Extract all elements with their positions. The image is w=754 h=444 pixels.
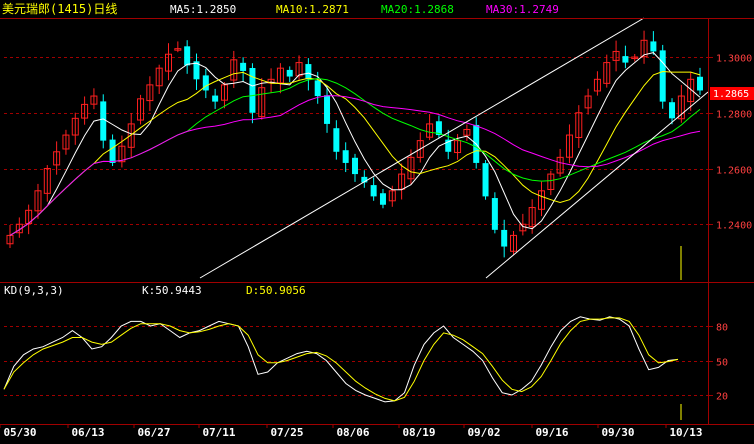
candle-body-down — [314, 80, 321, 97]
candle-body-down — [650, 41, 657, 52]
date-tick-label: 07/25 — [270, 426, 303, 439]
candle-body-down — [240, 62, 247, 71]
candle-body-down — [622, 56, 629, 63]
date-tick-label: 07/11 — [202, 426, 235, 439]
date-tick-label: 09/30 — [601, 426, 634, 439]
candle-body-down — [697, 76, 703, 91]
price-tick-label: 1.3000 — [716, 54, 752, 65]
kd-indicator-label: KD(9,3,3) — [4, 284, 64, 297]
kd-tick-label: 80 — [716, 323, 728, 334]
candle-body-down — [352, 157, 358, 175]
candle-body-down — [249, 67, 256, 113]
date-tick-label: 06/27 — [137, 426, 170, 439]
candle-body-down — [379, 193, 386, 205]
kd-tick-label: 50 — [716, 358, 728, 369]
candle-body-down — [305, 64, 312, 80]
candle-body-down — [342, 150, 349, 163]
price-tick-label: 1.2400 — [716, 221, 752, 232]
ma-label-3: MA20:1.2868 — [381, 3, 454, 16]
date-tick-label: 10/13 — [669, 426, 702, 439]
ma-label-4: MA30:1.2749 — [486, 3, 559, 16]
k-line — [3, 316, 679, 403]
candle-body-down — [100, 101, 107, 141]
date-axis: 05/30 06/13 06/27 07/11 07/25 08/06 08/19 09/02… — [0, 424, 703, 439]
candle-body-down — [184, 46, 191, 66]
trend-channel-lower — [485, 91, 709, 279]
ma-label-2: MA10:1.2871 — [276, 3, 349, 16]
candle-body-down — [286, 69, 293, 77]
forex-chart: 美元瑞郎(1415)日线 MA5:1.2850 MA10:1.2871 MA20:1… — [0, 2, 754, 439]
candle-body-down — [659, 50, 666, 102]
candle-body-down — [491, 198, 498, 230]
candle-body-down — [501, 229, 508, 247]
price-tick-label: 1.2800 — [716, 110, 752, 121]
price-panel: 1.3000 1.2800 1.2600 1.2400 1.2865 — [4, 17, 754, 280]
date-tick-label: 09/02 — [467, 426, 500, 439]
date-tick-label: 09/16 — [535, 426, 568, 439]
ma-legend: MA5:1.2850 MA10:1.2871 MA20:1.2868 MA30:1.2… — [170, 3, 559, 16]
date-tick-label: 08/19 — [402, 426, 435, 439]
d-line — [3, 317, 679, 402]
date-tick-label: 08/06 — [336, 426, 369, 439]
date-tick-label: 05/30 — [3, 426, 36, 439]
k-value-label: K:50.9443 — [142, 284, 202, 297]
candle-body-down — [370, 185, 377, 197]
current-price-label: 1.2865 — [713, 89, 749, 100]
kd-panel: 80 50 20 — [3, 316, 728, 420]
candle-body-down — [333, 128, 340, 152]
date-tick-label: 06/13 — [71, 426, 104, 439]
kd-tick-label: 20 — [716, 392, 728, 403]
trend-channel-upper — [199, 17, 645, 279]
candle-body-down — [669, 102, 676, 119]
ma-label-1: MA5:1.2850 — [170, 3, 236, 16]
candle-body-down — [212, 95, 219, 102]
d-value-label: D:50.9056 — [246, 284, 306, 297]
candle-body-down — [109, 139, 116, 163]
price-tick-label: 1.2600 — [716, 166, 752, 177]
candle-body-down — [482, 163, 489, 197]
candle-body-down — [324, 95, 331, 124]
chart-title: 美元瑞郎(1415)日线 — [2, 2, 117, 16]
